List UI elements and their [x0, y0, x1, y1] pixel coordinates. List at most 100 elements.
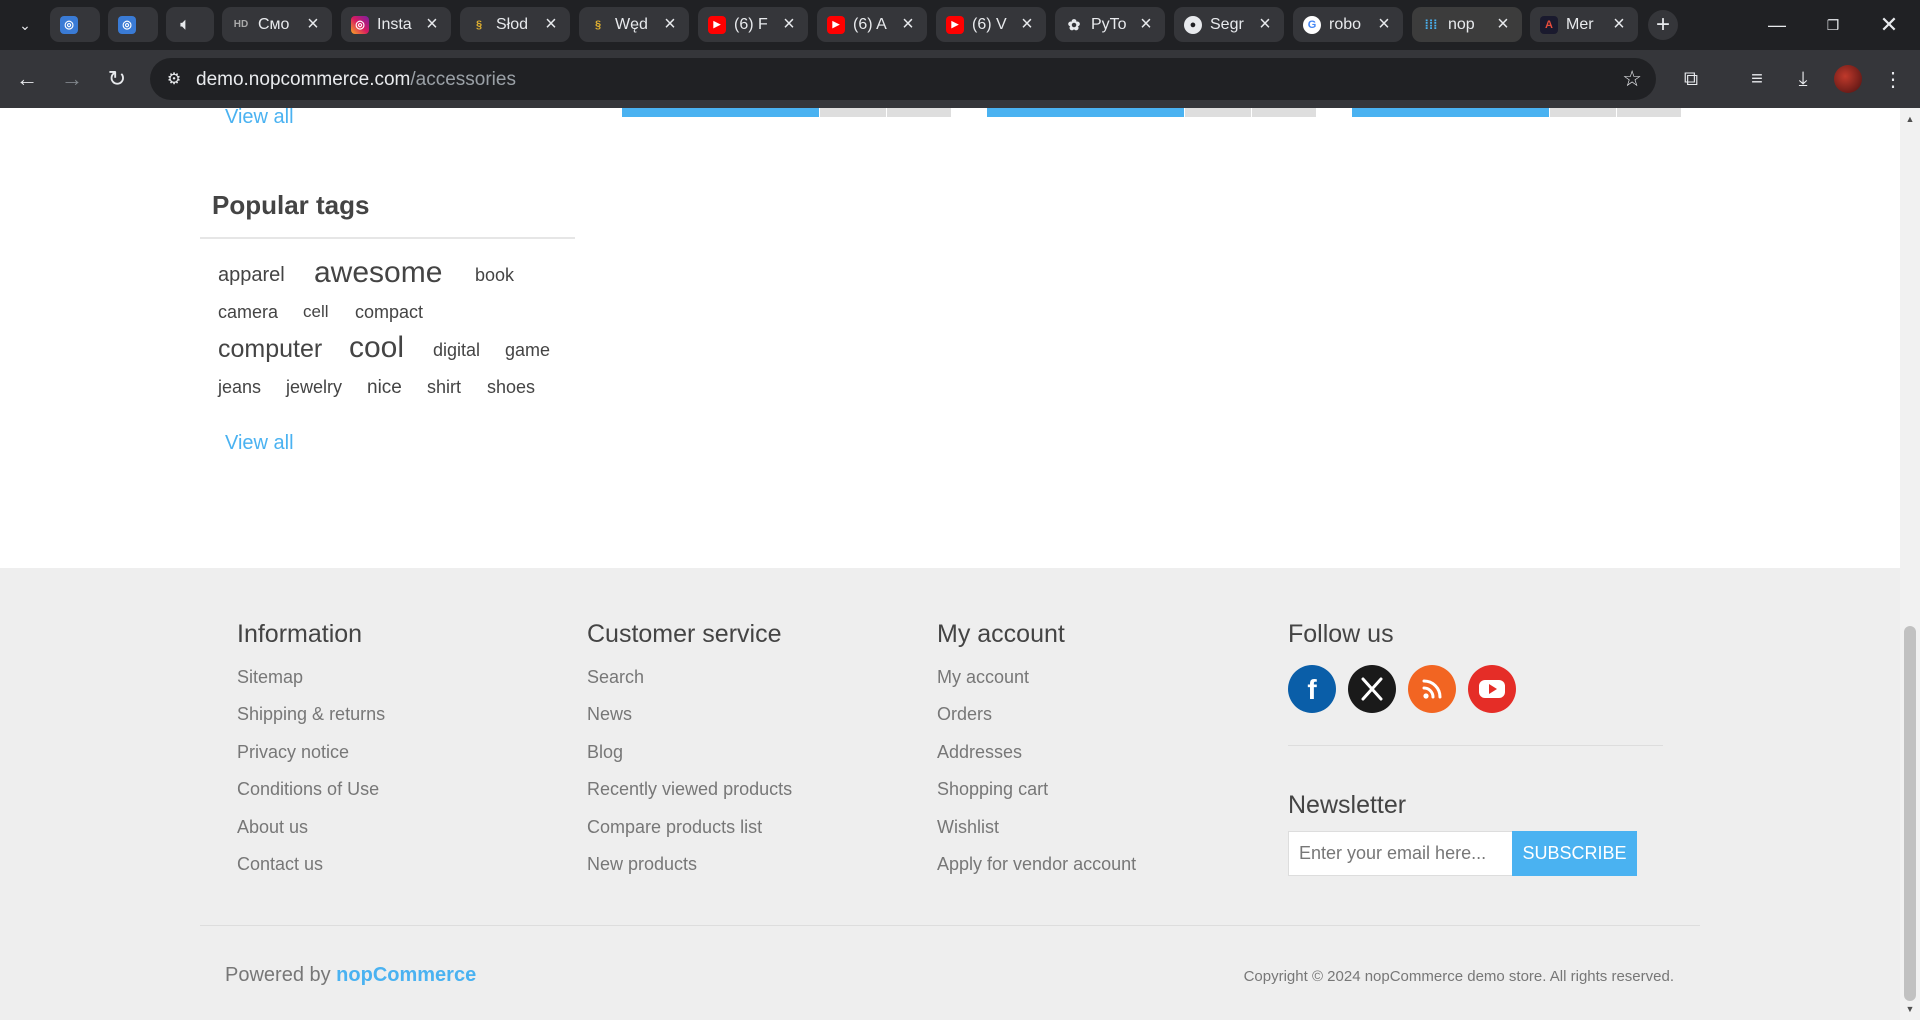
close-tab-icon[interactable]: × — [899, 13, 917, 35]
tab-search-menu-icon[interactable]: ⌄ — [10, 11, 40, 39]
address-bar[interactable]: ⚙ demo.nopcommerce.com/accessories ☆ — [150, 58, 1656, 100]
tag-nice[interactable]: nice — [367, 377, 402, 399]
subscribe-button[interactable]: SUBSCRIBE — [1512, 831, 1637, 876]
restore-button[interactable]: ❐ — [1810, 10, 1856, 40]
tag-cool[interactable]: cool — [349, 331, 404, 365]
browser-tab[interactable]: § Węd × — [579, 7, 689, 42]
site-info-icon[interactable]: ⚙ — [160, 65, 188, 93]
categories-view-all-link[interactable]: View all — [225, 108, 294, 129]
browser-tab[interactable]: 🔈︎ — [166, 7, 214, 42]
add-to-cart-button[interactable] — [1352, 108, 1549, 117]
footer-link-search[interactable]: Search — [587, 667, 644, 688]
browser-tab[interactable]: ◎ Insta × — [341, 7, 451, 42]
browser-tab[interactable]: ◎ — [108, 7, 158, 42]
browser-tab[interactable]: A Mer × — [1530, 7, 1638, 42]
footer-link-blog[interactable]: Blog — [587, 742, 623, 763]
footer-link-wishlist[interactable]: Wishlist — [937, 817, 999, 838]
tag-shoes[interactable]: shoes — [487, 377, 535, 398]
footer-link-privacy-notice[interactable]: Privacy notice — [237, 742, 349, 763]
compare-button[interactable] — [820, 108, 886, 117]
browser-tab[interactable]: ● Segr × — [1174, 7, 1284, 42]
close-tab-icon[interactable]: × — [542, 13, 560, 35]
browser-tab-active[interactable]: ⁞⁞⁞ nop × — [1412, 7, 1522, 42]
close-tab-icon[interactable]: × — [780, 13, 798, 35]
browser-tab[interactable]: ▶ (6) V × — [936, 7, 1046, 42]
tags-view-all-link[interactable]: View all — [225, 432, 294, 455]
footer-link-news[interactable]: News — [587, 704, 632, 725]
back-button[interactable]: ← — [11, 63, 43, 95]
footer-link-sitemap[interactable]: Sitemap — [237, 667, 303, 688]
media-control-icon[interactable]: ≡ — [1741, 63, 1773, 95]
tag-cell[interactable]: cell — [303, 302, 329, 322]
extensions-icon[interactable]: ⧉ — [1675, 63, 1707, 95]
compare-button[interactable] — [1185, 108, 1251, 117]
footer-link-contact-us[interactable]: Contact us — [237, 854, 323, 875]
browser-tab[interactable]: ✿ PyTo × — [1055, 7, 1165, 42]
newsletter-email-input[interactable] — [1288, 831, 1513, 876]
tag-digital[interactable]: digital — [433, 340, 480, 361]
new-tab-button[interactable]: + — [1648, 10, 1678, 40]
tag-compact[interactable]: compact — [355, 302, 423, 323]
browser-tab[interactable]: ▶ (6) A × — [817, 7, 927, 42]
tag-shirt[interactable]: shirt — [427, 377, 461, 398]
rss-icon[interactable] — [1408, 665, 1456, 713]
close-tab-icon[interactable]: × — [1256, 13, 1274, 35]
close-tab-icon[interactable]: × — [661, 13, 679, 35]
tag-awesome[interactable]: awesome — [314, 256, 442, 290]
footer-link-shopping-cart[interactable]: Shopping cart — [937, 779, 1048, 800]
footer-link-apply-vendor[interactable]: Apply for vendor account — [937, 854, 1136, 875]
browser-tab[interactable]: § Słod × — [460, 7, 570, 42]
close-tab-icon[interactable]: × — [423, 13, 441, 35]
tag-jeans[interactable]: jeans — [218, 377, 261, 398]
close-tab-icon[interactable]: × — [1494, 13, 1512, 35]
x-icon[interactable] — [1348, 665, 1396, 713]
footer-link-about-us[interactable]: About us — [237, 817, 308, 838]
bookmark-star-icon[interactable]: ☆ — [1622, 66, 1642, 92]
close-tab-icon[interactable]: × — [1018, 13, 1036, 35]
follow-us-title: Follow us — [1288, 620, 1394, 648]
close-tab-icon[interactable]: × — [304, 13, 322, 35]
browser-menu-icon[interactable]: ⋮ — [1877, 63, 1909, 95]
scroll-up-arrow-icon[interactable]: ▲ — [1904, 114, 1916, 126]
footer-link-conditions-of-use[interactable]: Conditions of Use — [237, 779, 379, 800]
tag-computer[interactable]: computer — [218, 335, 322, 364]
download-icon[interactable]: ⤓ — [1787, 63, 1819, 95]
browser-tab[interactable]: ▶ (6) F × — [698, 7, 808, 42]
footer-link-addresses[interactable]: Addresses — [937, 742, 1022, 763]
minimize-button[interactable]: — — [1754, 10, 1800, 40]
browser-tab[interactable]: G robo × — [1293, 7, 1403, 42]
wishlist-button[interactable] — [1617, 108, 1681, 117]
footer-link-my-account[interactable]: My account — [937, 667, 1029, 688]
reload-button[interactable]: ↻ — [101, 63, 133, 95]
close-tab-icon[interactable]: × — [1610, 13, 1628, 35]
facebook-icon[interactable]: f — [1288, 665, 1336, 713]
browser-tab[interactable]: HD Смо × — [222, 7, 332, 42]
forward-button[interactable]: → — [56, 63, 88, 95]
wishlist-button[interactable] — [1252, 108, 1316, 117]
nopcommerce-link[interactable]: nopCommerce — [336, 964, 476, 986]
close-window-button[interactable]: ✕ — [1866, 10, 1912, 40]
close-tab-icon[interactable]: × — [1375, 13, 1393, 35]
footer-link-compare-products[interactable]: Compare products list — [587, 817, 762, 838]
footer-link-recently-viewed[interactable]: Recently viewed products — [587, 779, 792, 800]
add-to-cart-button[interactable] — [987, 108, 1184, 117]
browser-tab[interactable]: ◎ — [50, 7, 100, 42]
youtube-icon[interactable] — [1468, 665, 1516, 713]
scroll-thumb[interactable] — [1904, 626, 1916, 1001]
scroll-down-arrow-icon[interactable]: ▼ — [1904, 1004, 1916, 1016]
add-to-cart-button[interactable] — [622, 108, 819, 117]
page-scrollbar[interactable]: ▲ ▼ — [1900, 108, 1920, 1020]
tag-camera[interactable]: camera — [218, 302, 278, 323]
footer-link-shipping-returns[interactable]: Shipping & returns — [237, 704, 385, 725]
tag-game[interactable]: game — [505, 340, 550, 361]
tag-book[interactable]: book — [475, 265, 514, 286]
tag-apparel[interactable]: apparel — [218, 264, 285, 287]
profile-avatar[interactable] — [1834, 65, 1862, 93]
close-tab-icon[interactable]: × — [1137, 13, 1155, 35]
url-text[interactable]: demo.nopcommerce.com/accessories — [196, 69, 516, 91]
wishlist-button[interactable] — [887, 108, 951, 117]
footer-link-new-products[interactable]: New products — [587, 854, 697, 875]
footer-link-orders[interactable]: Orders — [937, 704, 992, 725]
compare-button[interactable] — [1550, 108, 1616, 117]
tag-jewelry[interactable]: jewelry — [286, 377, 342, 398]
